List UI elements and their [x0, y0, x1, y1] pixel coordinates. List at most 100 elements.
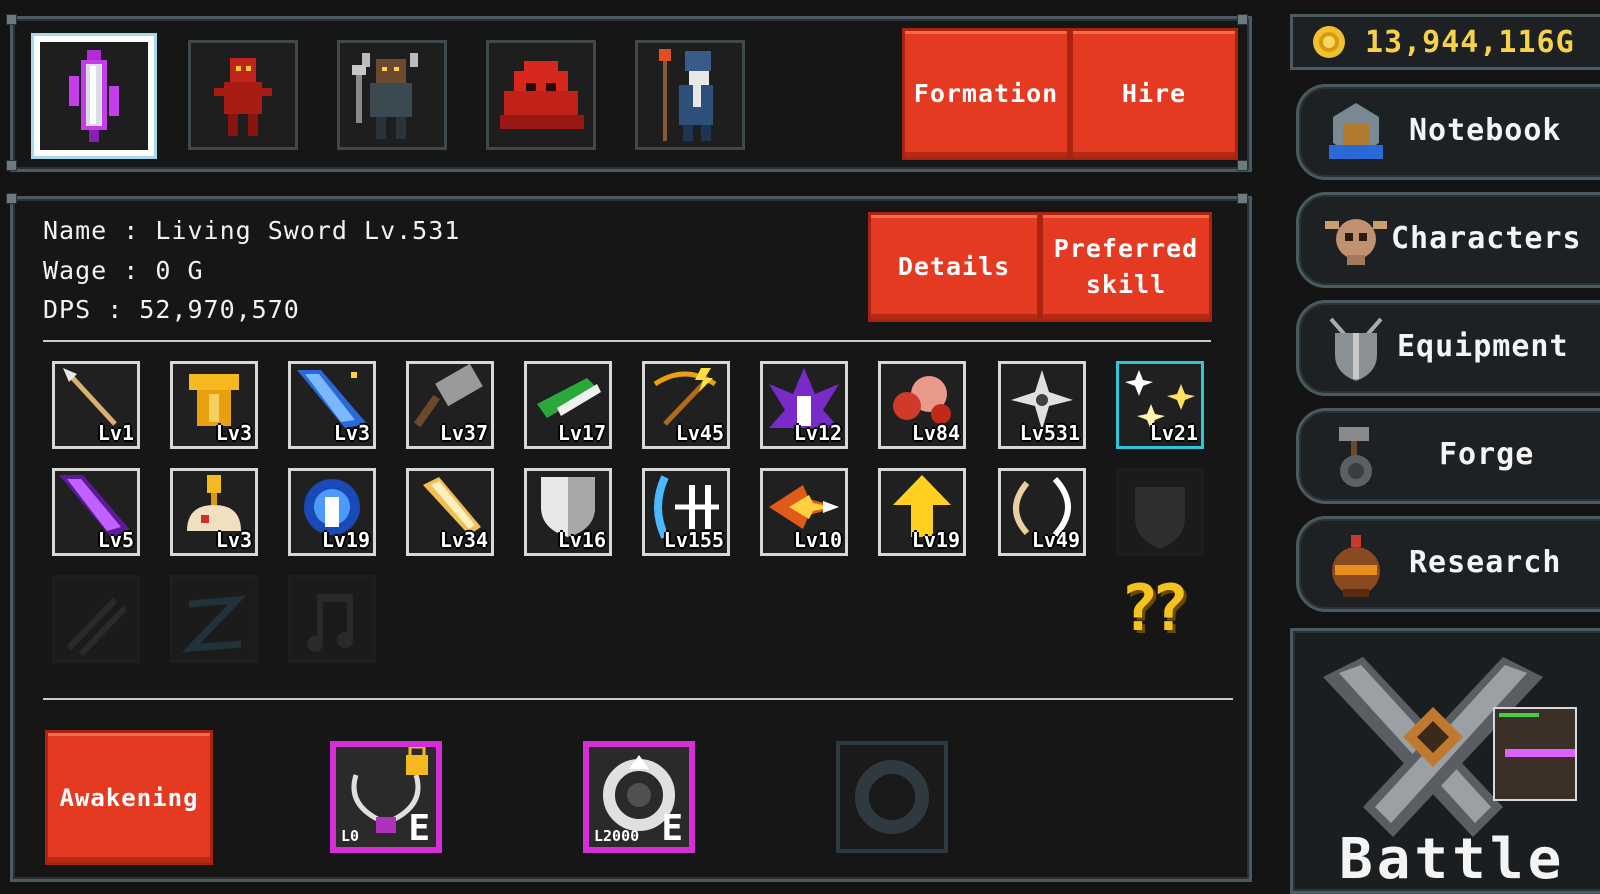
panel-corner	[1237, 193, 1248, 204]
equipment-label: Equipment	[1397, 329, 1569, 364]
details-button[interactable]: Details	[868, 212, 1040, 322]
skill-purple-comet[interactable]: Lv5	[52, 468, 140, 556]
skill-locked	[1116, 468, 1204, 556]
gold-display: 13,944,116G	[1290, 14, 1600, 70]
battle-button[interactable]: Battle	[1290, 628, 1600, 894]
panel-corner	[1237, 160, 1248, 171]
skill-level: Lv17	[557, 421, 606, 445]
skill-stars[interactable]: Lv21	[1116, 361, 1204, 449]
gold-coin-icon	[1313, 26, 1345, 58]
horned-warrior-icon	[352, 53, 418, 139]
skill-golden-armor[interactable]: Lv3	[170, 361, 258, 449]
equipment-slot-empty[interactable]	[836, 741, 948, 853]
skill-level: Lv531	[1019, 421, 1080, 445]
skill-level: Lv10	[793, 528, 842, 552]
character-wage: Wage : 0 G	[43, 256, 204, 285]
equipment-level: L0	[341, 827, 360, 845]
equipment-rank: E	[661, 808, 683, 849]
skill-hammer[interactable]: Lv37	[406, 361, 494, 449]
equipment-slot-necklace[interactable]: L0 E	[330, 741, 442, 853]
divider-top	[43, 340, 1211, 342]
skill-level: Lv3	[333, 421, 370, 445]
skill-locked	[288, 575, 376, 663]
skill-level: Lv37	[439, 421, 488, 445]
character-name: Name : Living Sword Lv.531	[43, 216, 461, 245]
skill-shuriken[interactable]: Lv531	[998, 361, 1086, 449]
notebook-icon	[1321, 99, 1391, 169]
armor-icon	[1321, 315, 1391, 385]
skill-purple-aura[interactable]: Lv12	[760, 361, 848, 449]
panel-corner	[6, 160, 17, 171]
panel-corner	[6, 193, 17, 204]
locked-claw-icon	[66, 597, 128, 657]
equipment-rank: E	[408, 808, 430, 849]
skill-level: Lv84	[911, 421, 960, 445]
battle-preview-hpbar	[1499, 713, 1539, 717]
skill-silver-shield[interactable]: Lv16	[524, 468, 612, 556]
research-label: Research	[1409, 545, 1562, 580]
skill-level: Lv45	[675, 421, 724, 445]
portrait-living-sword[interactable]	[34, 36, 154, 156]
research-button[interactable]: Research	[1296, 516, 1600, 612]
notebook-button[interactable]: Notebook	[1296, 84, 1600, 180]
skill-blue-meteor[interactable]: Lv3	[288, 361, 376, 449]
skill-level: Lv12	[793, 421, 842, 445]
skill-fire-burst[interactable]: Lv10	[760, 468, 848, 556]
battle-preview-beam	[1505, 749, 1575, 757]
skill-up-arrow[interactable]: Lv19	[878, 468, 966, 556]
skill-level: Lv19	[321, 528, 370, 552]
skill-level: Lv21	[1149, 421, 1198, 445]
skill-level: Lv3	[215, 421, 252, 445]
locked-z-icon	[182, 595, 246, 653]
awakening-button[interactable]: Awakening	[45, 730, 213, 865]
gold-amount: 13,944,116G	[1365, 25, 1575, 60]
equipment-button[interactable]: Equipment	[1296, 300, 1600, 396]
mystery-marks: ??	[1120, 572, 1189, 646]
skill-flesh[interactable]: Lv84	[878, 361, 966, 449]
skill-golden-chalice[interactable]: Lv3	[170, 468, 258, 556]
notebook-label: Notebook	[1409, 113, 1562, 148]
characters-button[interactable]: Characters	[1296, 192, 1600, 288]
equipment-slot-ring[interactable]: L2000 E	[583, 741, 695, 853]
preferred-skill-button[interactable]: Preferred skill	[1040, 212, 1212, 322]
cauldron-icon	[1321, 531, 1391, 601]
forge-label: Forge	[1439, 437, 1535, 472]
skill-level: Lv5	[97, 528, 134, 552]
equipment-level: L2000	[594, 827, 640, 845]
staff-wizard-icon	[659, 49, 713, 141]
characters-label: Characters	[1391, 221, 1582, 256]
skill-level: Lv49	[1031, 528, 1080, 552]
skill-golden-blade[interactable]: Lv34	[406, 468, 494, 556]
skill-level: Lv3	[215, 528, 252, 552]
skill-locked	[52, 575, 140, 663]
living-sword-icon	[69, 50, 119, 142]
locked-note-icon	[307, 594, 353, 652]
forge-button[interactable]: Forge	[1296, 408, 1600, 504]
skull-icon	[1321, 207, 1391, 277]
skill-crescent[interactable]: Lv49	[998, 468, 1086, 556]
portrait-red-slime[interactable]	[486, 40, 596, 150]
skill-level: Lv34	[439, 528, 488, 552]
skill-locked	[170, 575, 258, 663]
empty-ring-icon	[855, 760, 929, 834]
skill-level: Lv19	[911, 528, 960, 552]
skill-green-slash[interactable]: Lv17	[524, 361, 612, 449]
portrait-horned-warrior[interactable]	[337, 40, 447, 150]
anvil-icon	[1321, 423, 1391, 493]
battle-preview	[1493, 707, 1577, 801]
divider-bottom	[43, 698, 1233, 700]
character-dps: DPS : 52,970,570	[43, 295, 300, 324]
skill-spear[interactable]: Lv1	[52, 361, 140, 449]
portrait-red-imp[interactable]	[188, 40, 298, 150]
skill-ice-bow[interactable]: Lv155	[642, 468, 730, 556]
red-slime-icon	[500, 61, 584, 129]
skill-level: Lv155	[663, 528, 724, 552]
skill-lightning-crossbow[interactable]: Lv45	[642, 361, 730, 449]
skill-blue-spirit[interactable]: Lv19	[288, 468, 376, 556]
formation-button[interactable]: Formation	[902, 28, 1070, 160]
portrait-staff-wizard[interactable]	[635, 40, 745, 150]
panel-corner	[6, 14, 17, 25]
locked-shield-icon	[1135, 487, 1185, 549]
panel-corner	[1237, 14, 1248, 25]
hire-button[interactable]: Hire	[1070, 28, 1238, 160]
